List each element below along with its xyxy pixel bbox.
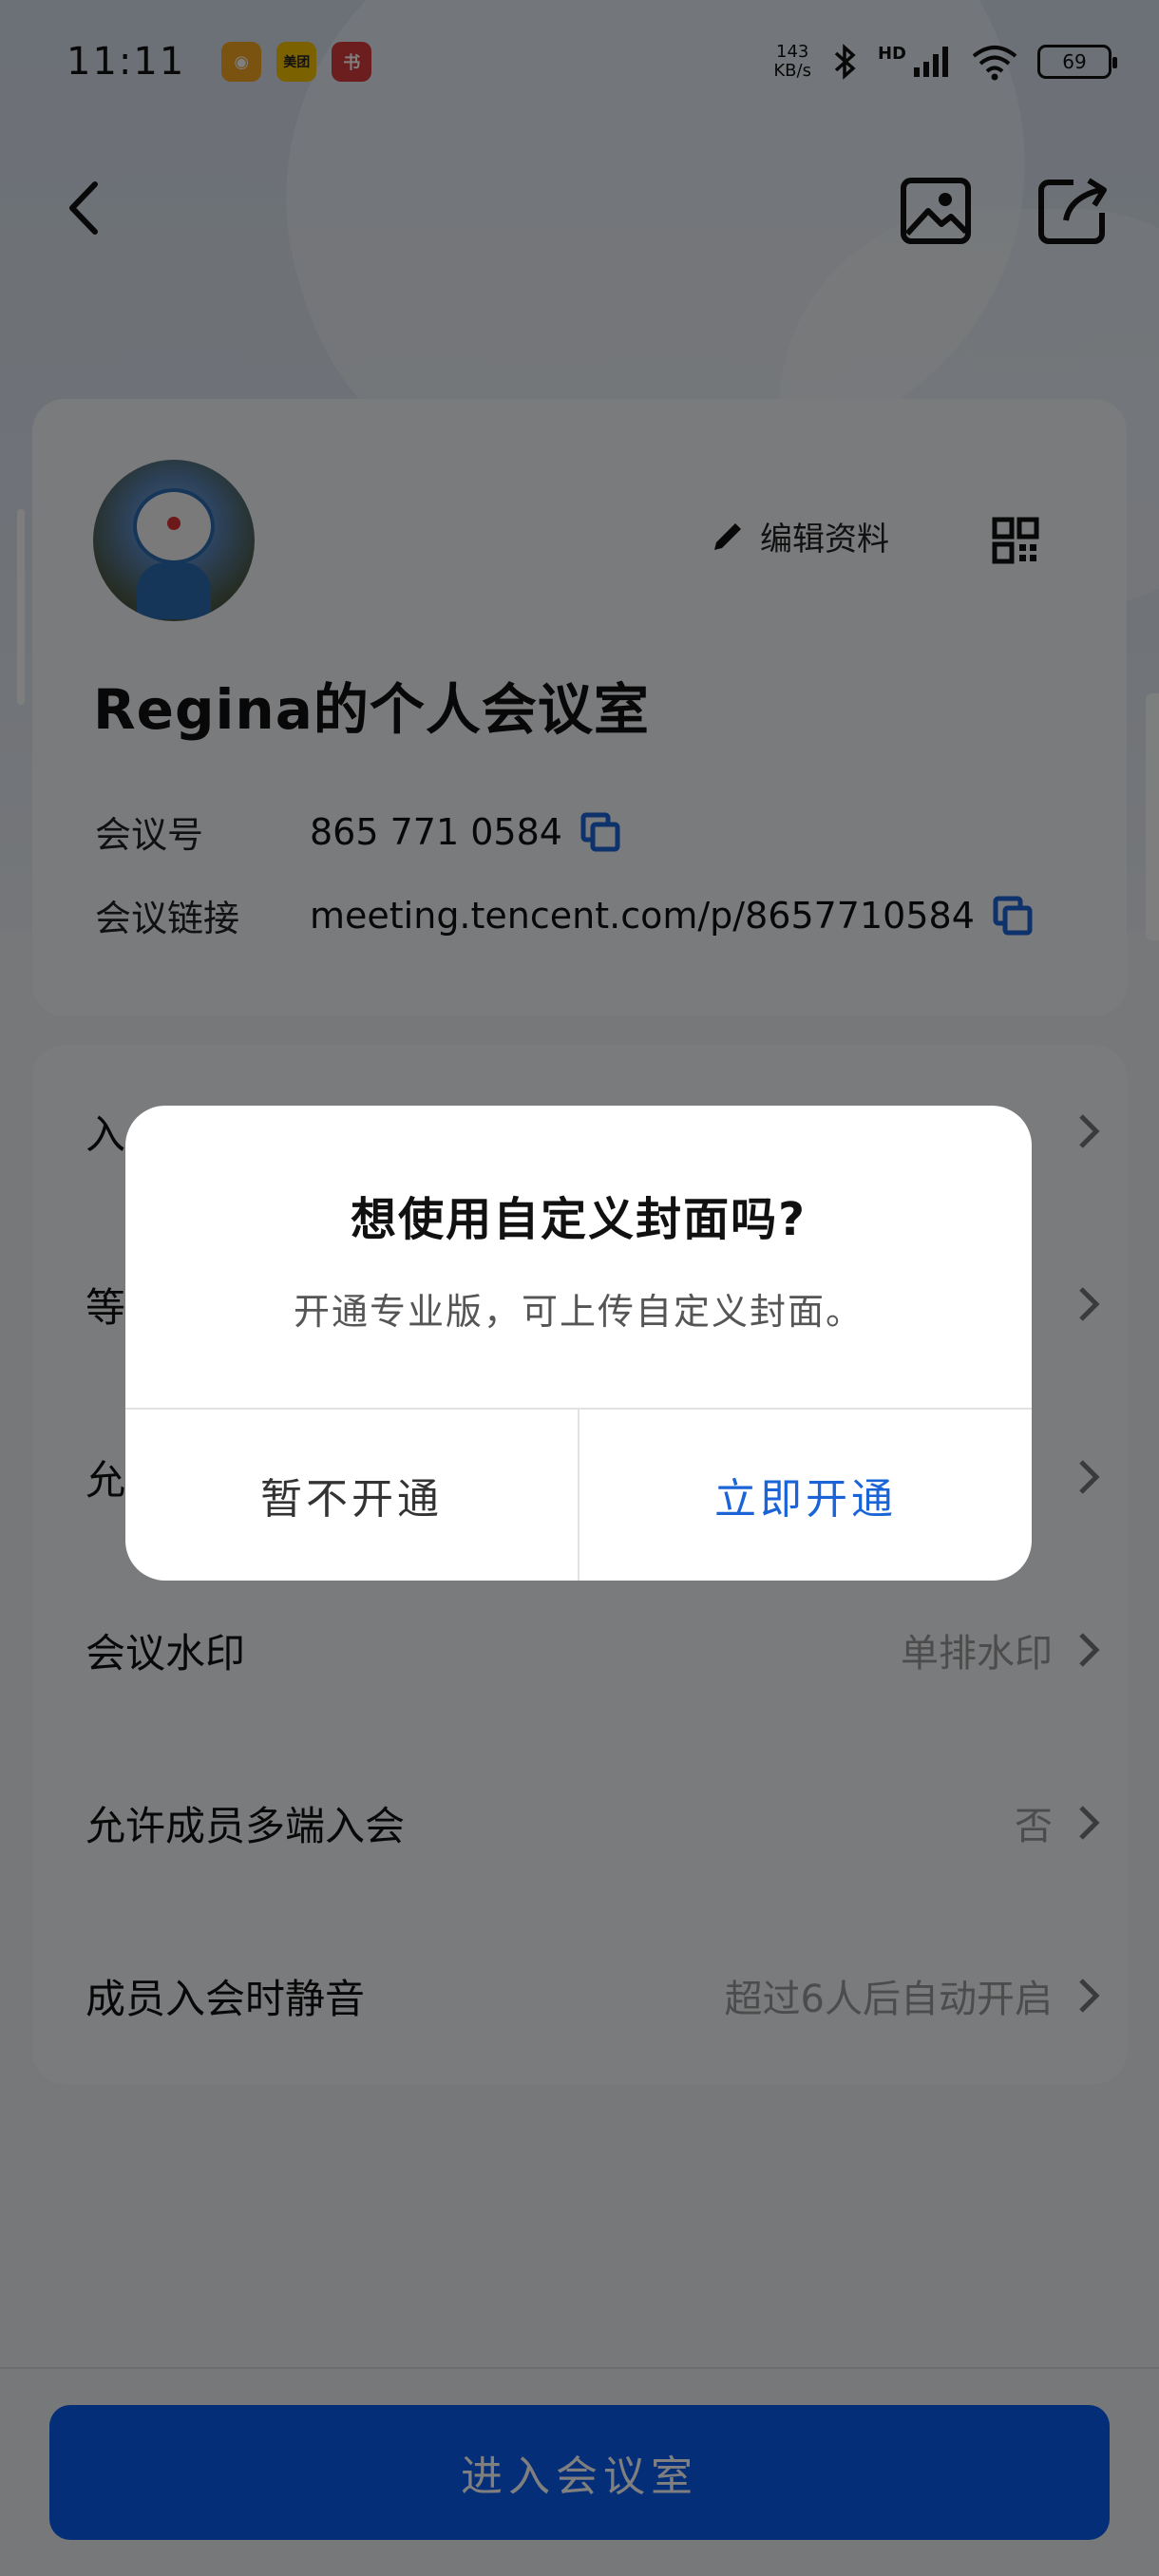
dialog-message: 开通专业版，可上传自定义封面。 bbox=[293, 1291, 864, 1333]
dialog-cancel-button[interactable]: 暂不开通 bbox=[125, 1410, 578, 1581]
dialog-title: 想使用自定义封面吗? bbox=[351, 1193, 807, 1246]
dialog-confirm-button[interactable]: 立即开通 bbox=[580, 1410, 1032, 1581]
upgrade-dialog: 想使用自定义封面吗? 开通专业版，可上传自定义封面。 暂不开通 立即开通 bbox=[125, 1106, 1032, 1581]
